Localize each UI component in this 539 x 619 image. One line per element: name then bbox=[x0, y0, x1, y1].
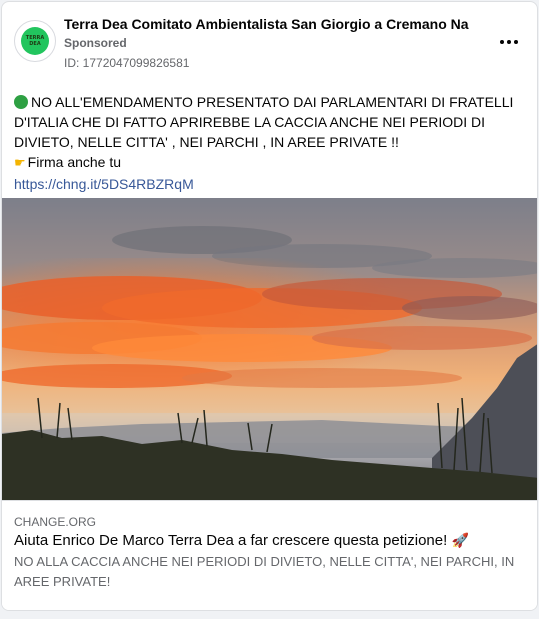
sponsored-label: Sponsored bbox=[64, 36, 127, 50]
post-cta-line: ☛ Firma anche tu bbox=[14, 152, 526, 174]
post-cta-text: Firma anche tu bbox=[27, 154, 122, 170]
ellipsis-icon bbox=[500, 40, 504, 44]
more-options-button[interactable] bbox=[497, 32, 521, 52]
post-main-text: NO ALL'EMENDAMENTO PRESENTATO DAI PARLAM… bbox=[14, 94, 514, 150]
link-title: Aiuta Enrico De Marco Terra Dea a far cr… bbox=[14, 532, 469, 549]
petition-link[interactable]: https://chng.it/5DS4RBZRqM bbox=[14, 176, 194, 192]
post-main-paragraph: NO ALL'EMENDAMENTO PRESENTATO DAI PARLAM… bbox=[14, 92, 526, 152]
link-title-text: Aiuta Enrico De Marco Terra Dea a far cr… bbox=[14, 532, 448, 549]
link-preview[interactable]: CHANGE.ORG Aiuta Enrico De Marco Terra D… bbox=[2, 500, 537, 610]
page-avatar[interactable]: TERRA DEA bbox=[14, 20, 56, 62]
link-domain: CHANGE.ORG bbox=[14, 515, 97, 529]
page-name-link[interactable]: Terra Dea Comitato Ambientalista San Gio… bbox=[64, 16, 469, 32]
post-header: TERRA DEA Terra Dea Comitato Ambientalis… bbox=[2, 2, 537, 82]
logo-icon: TERRA DEA bbox=[21, 27, 49, 55]
avatar-text-line2: DEA bbox=[29, 41, 41, 47]
ad-id-text: ID: 1772047099826581 bbox=[64, 56, 190, 70]
ad-post-card: TERRA DEA Terra Dea Comitato Ambientalis… bbox=[1, 1, 538, 611]
rocket-icon: 🚀 bbox=[451, 533, 469, 549]
post-image-sunset[interactable] bbox=[2, 198, 537, 500]
green-circle-icon bbox=[14, 95, 28, 109]
pointing-hand-icon: ☛ bbox=[14, 156, 26, 171]
link-description: NO ALLA CACCIA ANCHE NEI PERIODI DI DIVI… bbox=[14, 554, 515, 589]
post-body: NO ALL'EMENDAMENTO PRESENTATO DAI PARLAM… bbox=[14, 92, 526, 194]
